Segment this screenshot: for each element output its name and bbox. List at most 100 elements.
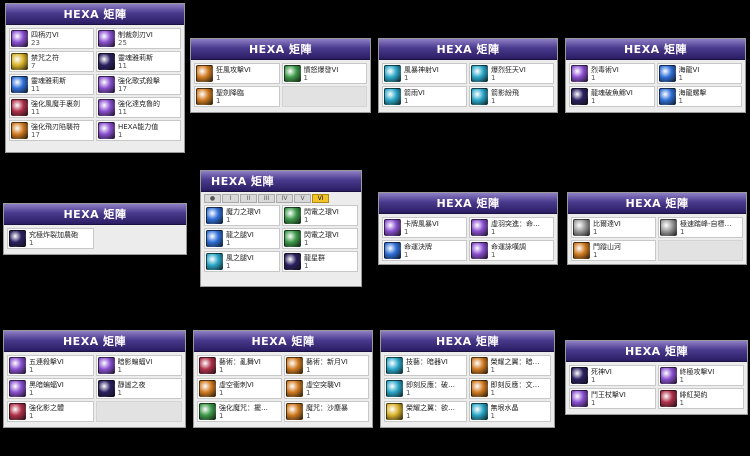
skill-slot[interactable]: 爆烈狂天VI 1 [469, 63, 554, 84]
skill-icon [659, 367, 677, 384]
skill-slot[interactable]: 靜謐之夜 1 [95, 378, 182, 399]
tab-6[interactable]: VI [312, 194, 329, 203]
skill-slot[interactable]: 魔力之環VI 1 [204, 205, 280, 226]
skill-slot[interactable]: 強化魔咒：擺… 1 [197, 401, 282, 422]
skill-slot[interactable]: 虛空突襲VI 1 [284, 378, 369, 399]
skill-slot[interactable]: 榮耀之翼：暗… 1 [468, 355, 551, 376]
skill-slot[interactable]: 靈魂雅莉斯 11 [9, 74, 94, 95]
skill-slot[interactable]: 四柄刃VI 23 [9, 28, 94, 49]
skill-slot[interactable]: 海龍VI 1 [656, 63, 742, 84]
skill-text: 榮耀之翼：欲… 1 [406, 404, 455, 420]
skill-slot[interactable]: 箭雨VI 1 [382, 86, 467, 107]
tab-4[interactable]: IV [276, 194, 293, 203]
skill-level: 1 [680, 227, 685, 236]
skill-text: 命運決牌 1 [404, 243, 432, 259]
hexa-panel-6: HEXA 矩陣 ● I II III IV V VI 魔力之環VI 1 閃電之環VI 1 龍之腿VI… [200, 170, 362, 287]
skill-slot[interactable]: 藝術：亂舞VI 1 [197, 355, 282, 376]
skill-slot[interactable]: 禁咒之符 7 [9, 51, 94, 72]
skill-slot[interactable]: 五連殺擊VI 1 [7, 355, 94, 376]
skill-slot[interactable]: 卡牌風暴VI 1 [382, 217, 467, 238]
skill-slot[interactable]: 龍魂破魚鰓VI 1 [569, 86, 655, 107]
skill-name: 黑暗蝙蝠VI [29, 380, 64, 389]
skill-slot[interactable]: 海龍螺擊 1 [656, 86, 742, 107]
skill-slot[interactable]: 鬥王杖擊VI 1 [569, 388, 656, 409]
skill-slot[interactable]: 即刻反應：文… 1 [468, 378, 551, 399]
skill-level: 1 [491, 250, 496, 259]
skill-icon [11, 53, 28, 70]
skill-icon [11, 99, 28, 116]
skill-slot[interactable]: 制裁劍刃VI 25 [96, 28, 181, 49]
skill-slot[interactable]: 風之腿VI 1 [204, 251, 280, 272]
skill-text: 風暴神射VI 1 [404, 66, 439, 82]
skill-slot[interactable]: 命運決牌 1 [382, 240, 467, 261]
skill-icon [206, 207, 223, 224]
tab-3[interactable]: III [258, 194, 275, 203]
skill-icon [659, 390, 677, 407]
skill-slot[interactable]: 憤怒爆發VI 1 [281, 63, 367, 84]
skill-level: 1 [226, 215, 231, 224]
skill-slot[interactable]: 魔咒：沙塵暴 1 [284, 401, 369, 422]
skill-slot[interactable]: 榮耀之翼：欲… 1 [384, 401, 467, 422]
tab-1[interactable]: I [222, 194, 239, 203]
skill-slot[interactable]: 風暴神射VI 1 [382, 63, 467, 84]
skill-slot[interactable]: 死神VI 1 [569, 365, 656, 386]
skill-icon [11, 76, 28, 93]
skill-slot[interactable]: 龍星群 1 [282, 251, 358, 272]
skill-slot[interactable]: 強化影之體 1 [7, 401, 94, 422]
skill-slot[interactable]: 龍之腿VI 1 [204, 228, 280, 249]
skill-text: 海龍螺擊 1 [679, 89, 707, 105]
skill-slot[interactable]: 技藝：暗器VI 1 [384, 355, 467, 376]
skill-slot[interactable]: 命運詠嘆調 1 [469, 240, 554, 261]
skill-level: 1 [118, 130, 123, 139]
skill-slot[interactable]: 黑暗蝙蝠VI 1 [7, 378, 94, 399]
skill-slot[interactable]: 即刻反應：破… 1 [384, 378, 467, 399]
skill-level: 1 [226, 238, 231, 247]
hexa-panel-10: HEXA 矩陣 藝術：亂舞VI 1 藝術：新月VI 1 虛空衝刺VI 1 虛空突襲VI 1 強化… [193, 330, 373, 428]
skill-slot[interactable]: 極速踏峰-自標… 1 [658, 217, 743, 238]
skill-slot[interactable]: 狂風攻擊VI 1 [194, 63, 280, 84]
skill-slot[interactable]: 烈毒術VI 1 [569, 63, 655, 84]
skill-slot[interactable]: 強化歌式殺擊 17 [96, 74, 181, 95]
skill-slot[interactable]: 虛羽突進：命… 1 [469, 217, 554, 238]
skill-level: 1 [306, 365, 311, 374]
skill-slot[interactable]: 虛空衝刺VI 1 [197, 378, 282, 399]
skill-text: 卡牌風暴VI 1 [404, 220, 439, 236]
hexa-panel-8: HEXA 矩陣 比爾達VI 1 極速踏峰-自標… 1 門蹤山河 1 [567, 192, 747, 265]
skill-slot[interactable]: 強化風魔手裏劍 11 [9, 97, 94, 118]
tab-5[interactable]: V [294, 194, 311, 203]
skill-grid: 烈毒術VI 1 海龍VI 1 龍魂破魚鰓VI 1 海龍螺擊 1 [566, 60, 745, 109]
skill-slot[interactable]: 比爾達VI 1 [571, 217, 656, 238]
skill-slot[interactable]: 強化飛刃陷襲符 17 [9, 120, 94, 141]
skill-slot[interactable]: 暗影蝙蝠VI 1 [95, 355, 182, 376]
skill-slot[interactable]: 閃電之環VI 1 [282, 228, 358, 249]
skill-slot[interactable]: 聖劍降臨 1 [194, 86, 280, 107]
tab-2[interactable]: II [240, 194, 257, 203]
skill-grid: 藝術：亂舞VI 1 藝術：新月VI 1 虛空衝刺VI 1 虛空突襲VI 1 強化魔咒：擺… 1 魔咒… [194, 352, 372, 424]
skill-slot[interactable]: HEXA能力值 1 [96, 120, 181, 141]
skill-slot[interactable]: 藝術：新月VI 1 [284, 355, 369, 376]
skill-grid: 比爾達VI 1 極速踏峰-自標… 1 門蹤山河 1 [568, 214, 746, 263]
skill-name: 靈魂雅莉斯 [31, 76, 66, 85]
skill-text: 虛羽突進：命… 1 [491, 220, 540, 236]
skill-name: 比爾達VI [593, 219, 621, 228]
skill-slot[interactable]: 門蹤山河 1 [571, 240, 656, 261]
skill-slot[interactable]: 緋紅契約 1 [657, 388, 744, 409]
skill-level: 1 [219, 411, 224, 420]
skill-slot[interactable]: 究極炸裂加農砲 1 [7, 228, 94, 249]
skill-text: 龍魂破魚鰓VI 1 [591, 89, 633, 105]
skill-slot[interactable]: 無垠水晶 1 [468, 401, 551, 422]
skill-name: 龍魂破魚鰓VI [591, 88, 633, 97]
skill-slot[interactable]: 強化達克魯的 11 [96, 97, 181, 118]
skill-icon [97, 380, 115, 397]
skill-name: 箭影紛飛 [491, 88, 519, 97]
skill-slot[interactable]: 閃電之環VI 1 [282, 205, 358, 226]
skill-slot[interactable]: 終極攻擊VI 1 [657, 365, 744, 386]
skill-icon [9, 357, 26, 374]
skill-name: 藝術：新月VI [306, 357, 348, 366]
skill-grid: 魔力之環VI 1 閃電之環VI 1 龍之腿VI 1 閃電之環VI 1 風之腿VI 1 龍星群 1 [201, 203, 361, 274]
skill-slot[interactable]: 靈魂雅莉斯 11 [96, 51, 181, 72]
tab-0[interactable]: ● [204, 194, 221, 203]
skill-slot[interactable]: 箭影紛飛 1 [469, 86, 554, 107]
skill-text: 爆烈狂天VI 1 [491, 66, 526, 82]
skill-name: 風之腿VI [226, 253, 254, 262]
